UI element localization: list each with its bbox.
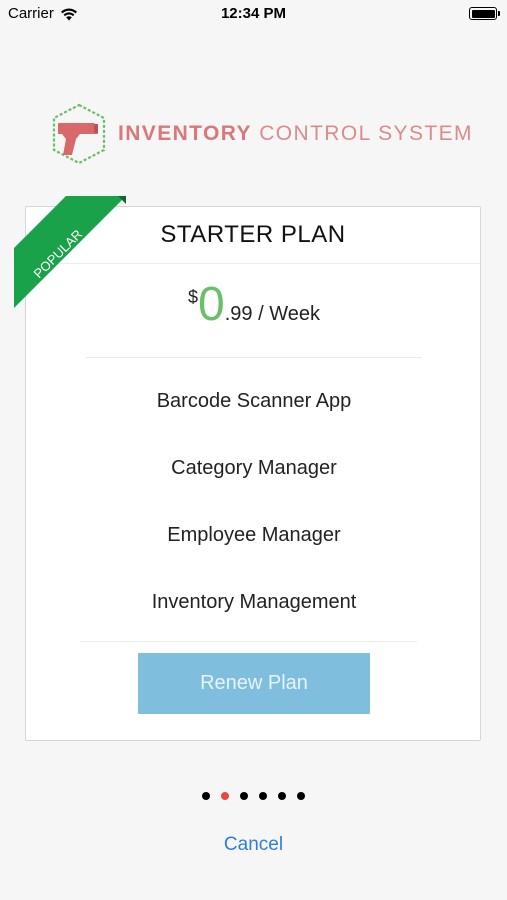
logo-text: INVENTORY CONTROL SYSTEM [118,122,473,146]
cancel-button[interactable]: Cancel [0,834,507,856]
logo-text-light: CONTROL SYSTEM [251,122,473,145]
battery-full-icon [469,7,500,20]
feature-item: Category Manager [171,457,337,479]
feature-list: Barcode Scanner App Category Manager Emp… [26,382,480,650]
page-indicator[interactable] [0,792,507,800]
price-period: .99 / Week [224,303,320,325]
status-bar: Carrier 12:34 PM [0,0,507,28]
page-dot[interactable] [259,792,267,800]
logo-text-bold: INVENTORY [118,122,252,145]
status-time: 12:34 PM [220,5,287,22]
renew-plan-button[interactable]: Renew Plan [138,653,370,714]
price-currency: $ [188,287,199,307]
divider [81,641,417,642]
feature-item: Inventory Management [151,591,357,613]
page-dot[interactable] [297,792,305,800]
price-integer: 0 [198,278,225,331]
page-dot[interactable] [278,792,286,800]
page-dot[interactable] [240,792,248,800]
feature-item: Employee Manager [167,524,341,546]
divider [86,357,422,358]
popular-ribbon: POPULAR [14,196,126,308]
feature-item: Barcode Scanner App [156,390,352,412]
page-dot-active[interactable] [221,792,229,800]
page-dot[interactable] [202,792,210,800]
plan-title: STARTER PLAN [160,221,346,248]
app-logo: INVENTORY CONTROL SYSTEM [50,103,473,165]
barcode-scanner-gun-icon [52,103,106,165]
